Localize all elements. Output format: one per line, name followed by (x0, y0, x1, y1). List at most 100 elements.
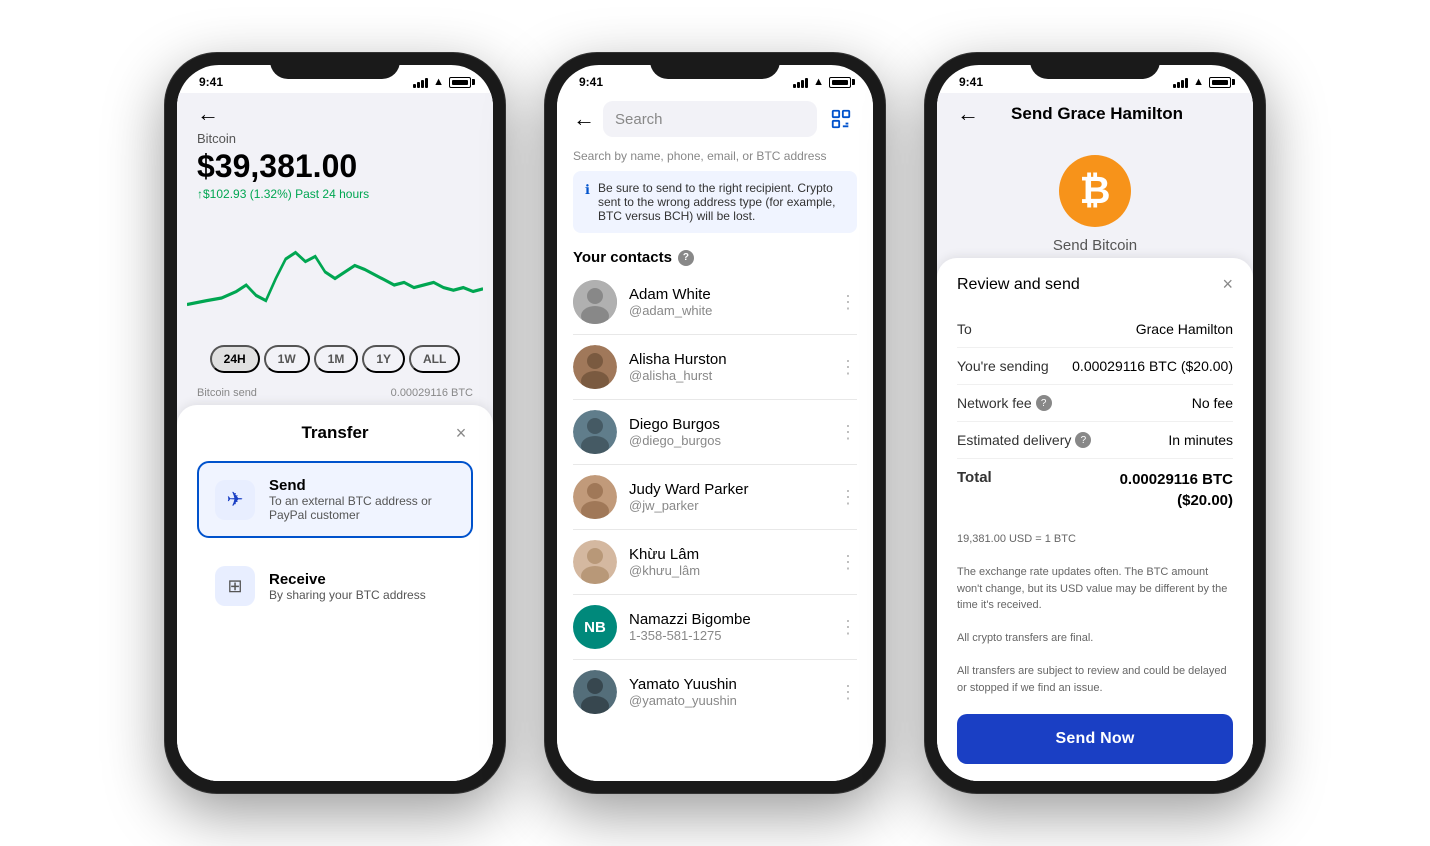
btc-send-label: Send Bitcoin (1053, 237, 1137, 254)
sending-label: You're sending (957, 358, 1049, 374)
time-1: 9:41 (199, 75, 223, 89)
transfer-title: Transfer (221, 423, 449, 443)
more-icon-judy[interactable]: ⋮ (839, 487, 857, 508)
tab-all[interactable]: ALL (409, 345, 460, 373)
disclaimer-final: All crypto transfers are final. (957, 630, 1233, 647)
p2-nav: ← Search (557, 93, 873, 145)
btc-row-label: Bitcoin send (197, 387, 257, 399)
back-button-2[interactable]: ← (573, 106, 595, 132)
qr-button[interactable] (825, 103, 857, 135)
receive-description: By sharing your BTC address (269, 588, 426, 602)
change-1: ↑$102.93 (1.32%) Past 24 hours (177, 185, 493, 207)
price-chart-svg (187, 207, 483, 337)
time-tabs-1: 24H 1W 1M 1Y ALL (177, 337, 493, 381)
contact-judy-ward-parker[interactable]: Judy Ward Parker @jw_parker ⋮ (557, 465, 873, 529)
to-value: Grace Hamilton (1136, 321, 1233, 337)
send-description: To an external BTC address or PayPal cus… (269, 494, 455, 522)
receive-option[interactable]: ⊞ Receive By sharing your BTC address (197, 550, 473, 622)
avatar-adam (573, 280, 617, 324)
contact-handle-diego: @diego_burgos (629, 433, 827, 448)
btc-circle-icon: ₿ (1059, 155, 1131, 227)
status-icons-1: ▲ (413, 76, 471, 88)
contact-alisha-hurston[interactable]: Alisha Hurston @alisha_hurst ⋮ (557, 335, 873, 399)
tab-1w[interactable]: 1W (264, 345, 310, 373)
fee-value: No fee (1192, 395, 1233, 411)
review-row-sending: You're sending 0.00029116 BTC ($20.00) (957, 348, 1233, 385)
transfer-close-button[interactable]: × (449, 421, 473, 445)
help-icon[interactable]: ? (678, 250, 694, 266)
avatar-khuu (573, 540, 617, 584)
wifi-icon-3: ▲ (1193, 76, 1204, 88)
p3-page-title: Send Grace Hamilton (991, 104, 1203, 124)
contact-adam-white[interactable]: Adam White @adam_white ⋮ (557, 270, 873, 334)
send-option[interactable]: ✈ Send To an external BTC address or Pay… (197, 461, 473, 538)
tab-1y[interactable]: 1Y (362, 345, 405, 373)
review-close-button[interactable]: × (1222, 274, 1233, 295)
more-icon-adam[interactable]: ⋮ (839, 292, 857, 313)
contact-khuu-lam[interactable]: Khừu Lâm @khưu_lâm ⋮ (557, 530, 873, 594)
more-icon-diego[interactable]: ⋮ (839, 422, 857, 443)
contact-handle-judy: @jw_parker (629, 498, 827, 513)
contact-namazzi-bigombe[interactable]: NB Namazzi Bigombe 1-358-581-1275 ⋮ (557, 595, 873, 659)
back-button-1[interactable]: ← (197, 101, 219, 126)
contact-diego-burgos[interactable]: Diego Burgos @diego_burgos ⋮ (557, 400, 873, 464)
contact-handle-alisha: @alisha_hurst (629, 368, 827, 383)
review-header: Review and send × (957, 274, 1233, 295)
btc-row-value: 0.00029116 BTC (391, 387, 473, 399)
contact-handle-namazzi: 1-358-581-1275 (629, 628, 827, 643)
more-icon-namazzi[interactable]: ⋮ (839, 617, 857, 638)
avatar-diego (573, 410, 617, 454)
tab-1m[interactable]: 1M (314, 345, 359, 373)
contact-name-namazzi: Namazzi Bigombe (629, 611, 827, 628)
receive-label: Receive (269, 571, 426, 588)
notch-2 (650, 53, 780, 79)
contact-handle-khuu: @khưu_lâm (629, 563, 827, 578)
contact-info-khuu: Khừu Lâm @khưu_lâm (629, 546, 827, 578)
contact-info-alisha: Alisha Hurston @alisha_hurst (629, 351, 827, 383)
btc-area: ₿ Send Bitcoin (937, 135, 1253, 258)
avatar-alisha (573, 345, 617, 389)
coin-label-1: Bitcoin (177, 127, 493, 146)
back-button-3[interactable]: ← (957, 101, 979, 127)
signal-icon-3 (1173, 76, 1188, 88)
search-input[interactable]: Search (603, 101, 817, 137)
disclaimer-exchange: The exchange rate updates often. The BTC… (957, 564, 1233, 614)
receive-icon: ⊞ (215, 566, 255, 606)
review-title: Review and send (957, 276, 1080, 294)
status-icons-2: ▲ (793, 76, 851, 88)
phone-3: 9:41 ▲ ← Send Grace Hamilton (925, 53, 1265, 793)
contact-yamato-yuushin[interactable]: Yamato Yuushin @yamato_yuushin ⋮ (557, 660, 873, 724)
contact-info-yamato: Yamato Yuushin @yamato_yuushin (629, 676, 827, 708)
battery-icon-1 (449, 77, 471, 88)
signal-icon-1 (413, 76, 428, 88)
phone-2: 9:41 ▲ ← Search (545, 53, 885, 793)
disclaimer-rate: 19,381.00 USD = 1 BTC (957, 531, 1233, 548)
search-placeholder: Search (615, 111, 663, 128)
network-fee-help[interactable]: ? (1036, 395, 1052, 411)
contact-name-judy: Judy Ward Parker (629, 481, 827, 498)
contact-name-diego: Diego Burgos (629, 416, 827, 433)
notch-3 (1030, 53, 1160, 79)
tab-24h[interactable]: 24H (210, 345, 260, 373)
phone-1: 9:41 ▲ ← Bitcoin $39,381.00 ↑$102.93 (1.… (165, 53, 505, 793)
more-icon-khuu[interactable]: ⋮ (839, 552, 857, 573)
contact-list: Adam White @adam_white ⋮ (557, 270, 873, 781)
search-hint: Search by name, phone, email, or BTC add… (557, 145, 873, 171)
avatar-judy (573, 475, 617, 519)
contact-info-namazzi: Namazzi Bigombe 1-358-581-1275 (629, 611, 827, 643)
fee-label: Network fee ? (957, 395, 1052, 411)
delivery-help[interactable]: ? (1075, 432, 1091, 448)
send-now-button[interactable]: Send Now (957, 714, 1233, 764)
contacts-header: Your contacts ? (557, 241, 873, 270)
more-icon-alisha[interactable]: ⋮ (839, 357, 857, 378)
more-icon-yamato[interactable]: ⋮ (839, 682, 857, 703)
avatar-yamato (573, 670, 617, 714)
contact-name-yamato: Yamato Yuushin (629, 676, 827, 693)
contact-handle-yamato: @yamato_yuushin (629, 693, 827, 708)
delivery-value: In minutes (1168, 432, 1233, 448)
review-disclaimer: 19,381.00 USD = 1 BTC The exchange rate … (957, 521, 1233, 706)
total-value: 0.00029116 BTC($20.00) (1120, 469, 1233, 511)
contact-info-adam: Adam White @adam_white (629, 286, 827, 318)
time-3: 9:41 (959, 75, 983, 89)
contact-name-khuu: Khừu Lâm (629, 546, 827, 563)
